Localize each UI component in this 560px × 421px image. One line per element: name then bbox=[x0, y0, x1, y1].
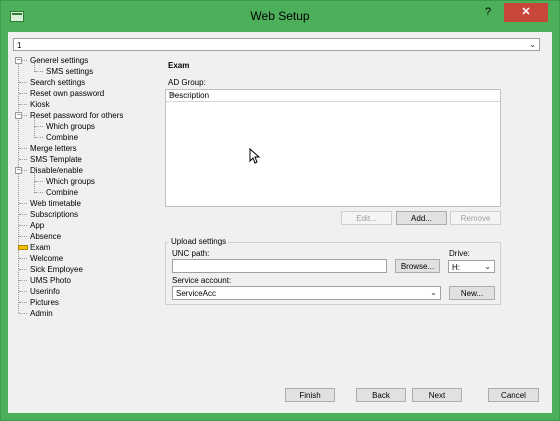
tree-connector-line bbox=[19, 236, 27, 237]
tree-connector-line bbox=[19, 280, 27, 281]
browse-button[interactable]: Browse... bbox=[395, 259, 440, 273]
unc-path-label: UNC path: bbox=[172, 249, 210, 258]
tree-item[interactable]: Web timetable bbox=[30, 198, 81, 209]
edit-button[interactable]: Edit... bbox=[341, 211, 392, 225]
tree-item[interactable]: Admin bbox=[30, 308, 53, 319]
tree-item[interactable]: Generel settings bbox=[30, 55, 88, 66]
tree-item[interactable]: Reset own password bbox=[30, 88, 104, 99]
tree-item[interactable]: Absence bbox=[30, 231, 61, 242]
chevron-down-icon: ⌄ bbox=[529, 40, 536, 49]
web-setup-window: Web Setup ? ✕ 1 ⌄ − Generel settings SMS s… bbox=[0, 0, 560, 421]
selected-item-icon bbox=[18, 245, 28, 250]
tree-item[interactable]: Combine bbox=[46, 187, 78, 198]
tree-connector-line bbox=[19, 159, 27, 160]
tree-item[interactable]: Sick Employee bbox=[30, 264, 83, 275]
top-combo[interactable]: 1 ⌄ bbox=[13, 38, 540, 51]
tree-item[interactable]: Which groups bbox=[46, 121, 95, 132]
drive-label: Drive: bbox=[449, 249, 470, 258]
tree-connector-line bbox=[35, 126, 43, 127]
tree-connector-line bbox=[35, 137, 43, 138]
tree-item[interactable]: Welcome bbox=[30, 253, 63, 264]
tree-item[interactable]: Which groups bbox=[46, 176, 95, 187]
section-title: Exam bbox=[168, 61, 190, 70]
drive-value: H: bbox=[452, 263, 460, 272]
collapse-icon[interactable]: − bbox=[15, 57, 22, 64]
tree-item[interactable]: Disable/enable bbox=[30, 165, 83, 176]
ad-group-list[interactable]: Description ▲ bbox=[165, 89, 501, 207]
finish-button[interactable]: Finish bbox=[285, 388, 335, 402]
top-combo-value: 1 bbox=[17, 41, 22, 50]
cancel-button[interactable]: Cancel bbox=[488, 388, 539, 402]
tree-item[interactable]: Userinfo bbox=[30, 286, 60, 297]
tree-item[interactable]: UMS Photo bbox=[30, 275, 71, 286]
service-account-value: ServiceAcc bbox=[176, 289, 217, 298]
tree-item[interactable]: Reset password for others bbox=[30, 110, 123, 121]
chevron-down-icon: ⌄ bbox=[484, 262, 491, 271]
ad-group-label: AD Group: bbox=[168, 78, 206, 87]
tree-connector-line bbox=[19, 93, 27, 94]
add-button[interactable]: Add... bbox=[396, 211, 447, 225]
help-button[interactable]: ? bbox=[475, 3, 501, 22]
sort-up-icon: ▲ bbox=[169, 91, 176, 98]
tree-connector-line bbox=[35, 192, 43, 193]
tree-connector-line bbox=[34, 181, 35, 193]
tree-connector-line bbox=[19, 214, 27, 215]
tree-item[interactable]: Search settings bbox=[30, 77, 85, 88]
tree-item[interactable]: SMS Template bbox=[30, 154, 82, 165]
tree-connector-line bbox=[35, 181, 43, 182]
tree-connector-line bbox=[19, 291, 27, 292]
title-bar[interactable]: Web Setup ? ✕ bbox=[1, 1, 559, 31]
tree-connector-line bbox=[19, 82, 27, 83]
drive-select[interactable]: H: ⌄ bbox=[448, 260, 495, 273]
tree-connector-line bbox=[35, 71, 43, 72]
tree-connector-line bbox=[19, 104, 27, 105]
remove-button[interactable]: Remove bbox=[450, 211, 501, 225]
upload-settings-title: Upload settings bbox=[169, 237, 229, 246]
tree-connector-line bbox=[19, 269, 27, 270]
tree-connector-line bbox=[19, 203, 27, 204]
tree-item[interactable]: Exam bbox=[30, 242, 50, 253]
tree-connector-line bbox=[19, 302, 27, 303]
tree-connector-line bbox=[34, 60, 35, 72]
tree-connector-line bbox=[34, 126, 35, 138]
tree-item[interactable]: Pictures bbox=[30, 297, 59, 308]
mouse-pointer-icon bbox=[249, 148, 260, 164]
close-button[interactable]: ✕ bbox=[504, 3, 548, 22]
collapse-icon[interactable]: − bbox=[15, 112, 22, 119]
unc-path-input[interactable] bbox=[172, 259, 387, 273]
tree-item[interactable]: SMS settings bbox=[46, 66, 93, 77]
tree-item[interactable]: App bbox=[30, 220, 44, 231]
back-button[interactable]: Back bbox=[356, 388, 406, 402]
collapse-icon[interactable]: − bbox=[15, 167, 22, 174]
tree-item[interactable]: Subscriptions bbox=[30, 209, 78, 220]
service-account-select[interactable]: ServiceAcc ⌄ bbox=[172, 286, 441, 300]
tree-connector-line bbox=[18, 60, 19, 313]
new-account-button[interactable]: New... bbox=[449, 286, 495, 300]
tree-item[interactable]: Merge letters bbox=[30, 143, 77, 154]
service-account-label: Service account: bbox=[172, 276, 232, 285]
tree-connector-line bbox=[19, 258, 27, 259]
tree-connector-line bbox=[19, 148, 27, 149]
chevron-down-icon: ⌄ bbox=[430, 288, 437, 297]
next-button[interactable]: Next bbox=[412, 388, 462, 402]
tree-connector-line bbox=[19, 313, 27, 314]
dialog-client-area: 1 ⌄ − Generel settings SMS settings Search … bbox=[8, 32, 552, 413]
tree-item[interactable]: Kiosk bbox=[30, 99, 50, 110]
tree-connector-line bbox=[19, 225, 27, 226]
list-header[interactable]: Description ▲ bbox=[166, 90, 500, 102]
tree-item[interactable]: Combine bbox=[46, 132, 78, 143]
